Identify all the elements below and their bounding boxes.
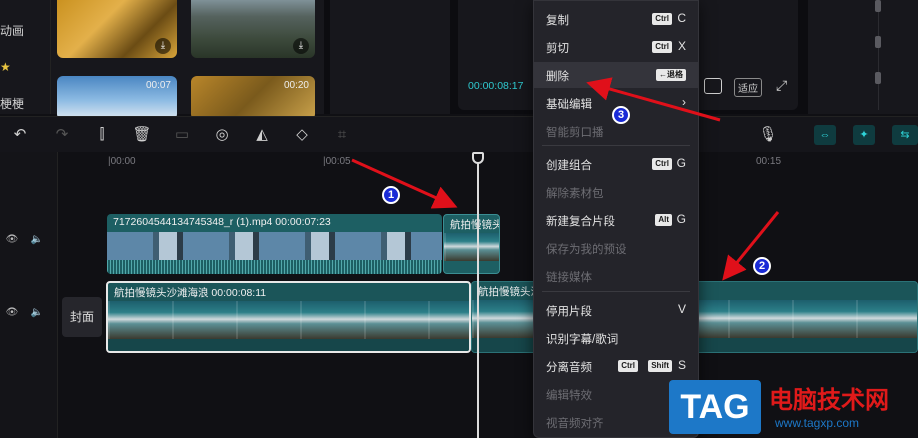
annotation-arrow (351, 158, 458, 209)
tag-logo: TAG (669, 380, 761, 434)
watermark-url: www.tagxp.com (775, 416, 860, 430)
watermark-title: 电脑技术网 (769, 387, 889, 414)
site-watermark: TAG 电脑技术网 www.tagxp.com (665, 376, 918, 438)
step-badge: 2 (753, 257, 771, 275)
annotation-overlay (351, 77, 780, 281)
step-badge: 3 (612, 106, 630, 124)
step-badge: 1 (382, 186, 400, 204)
app-window: { "sidebar": { "items": ["动画", "★", "梗梗"… (0, 0, 918, 438)
